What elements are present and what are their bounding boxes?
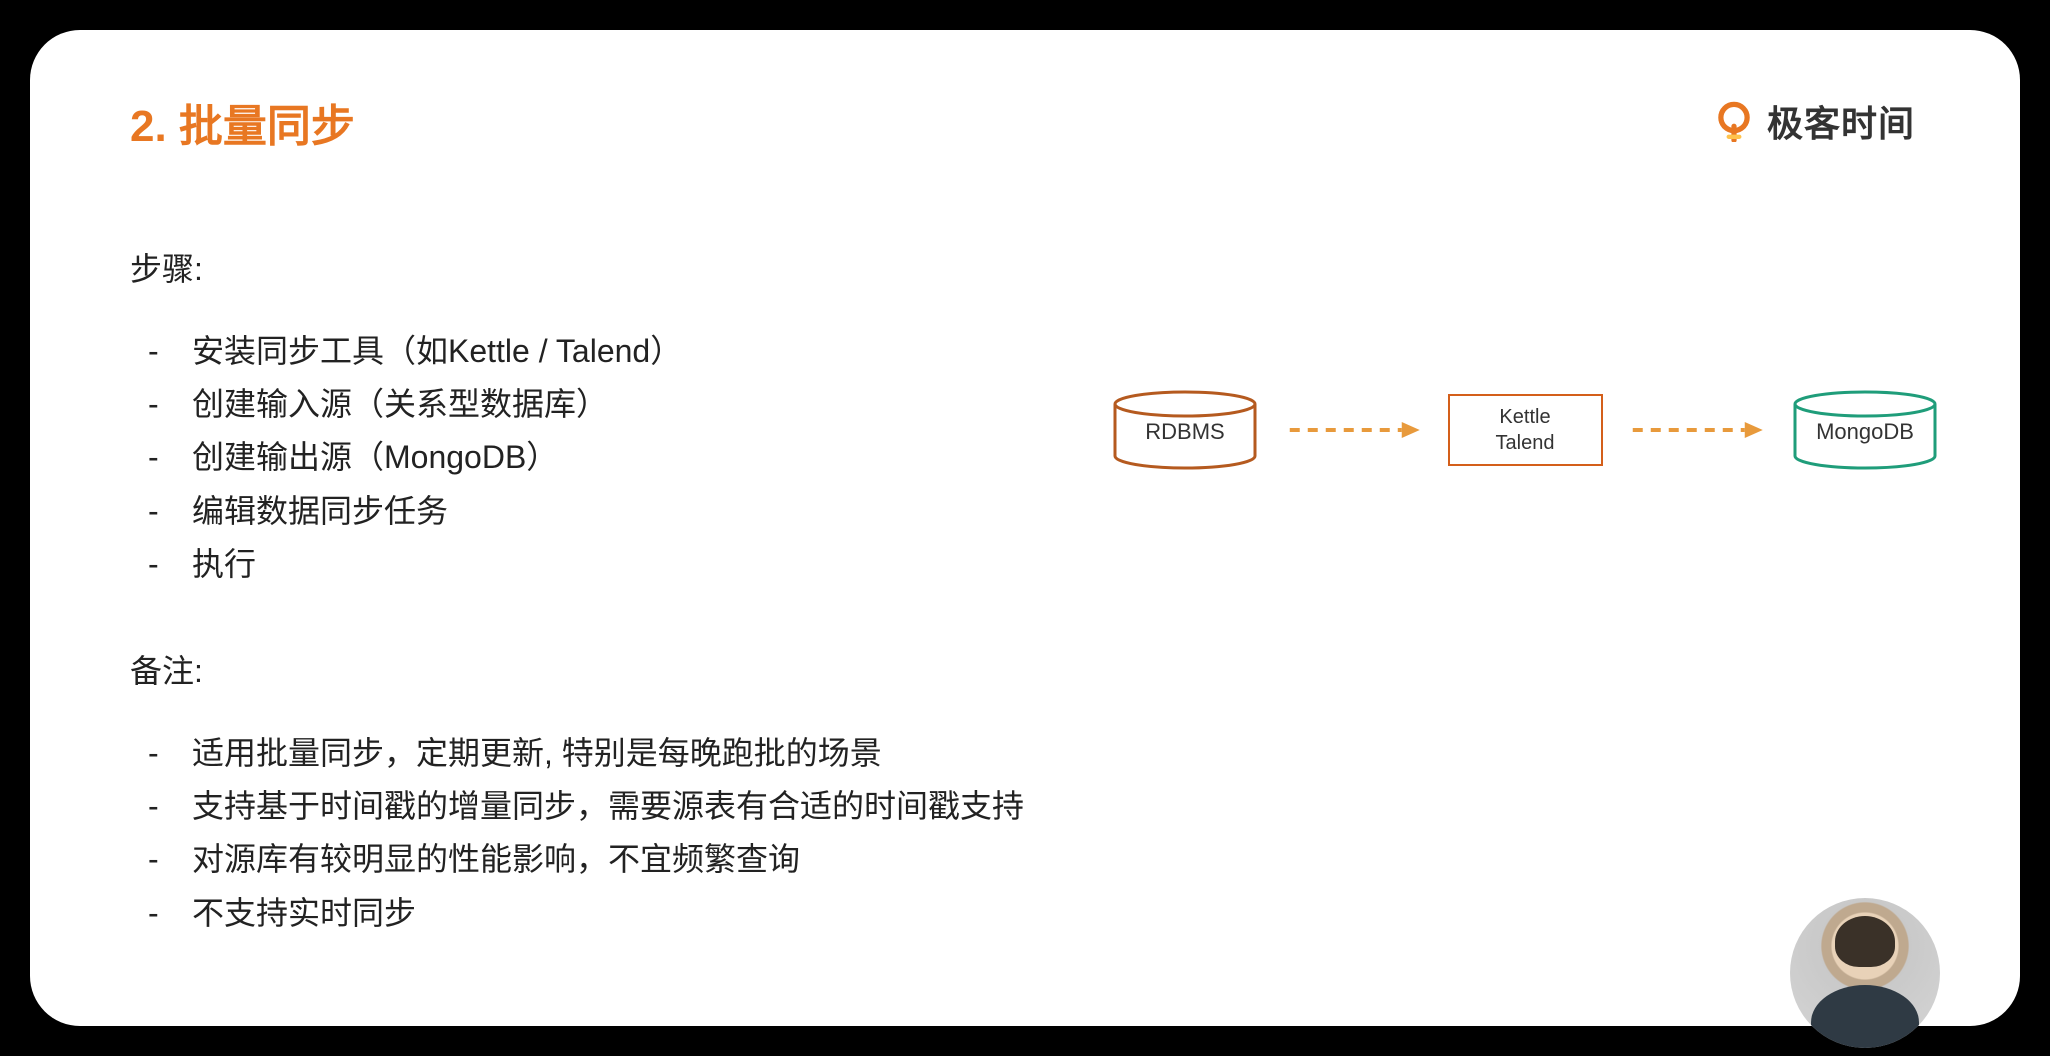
list-item: 不支持实时同步: [130, 888, 1050, 939]
brand-logo: 极客时间: [1713, 95, 1915, 147]
source-db-icon: RDBMS: [1110, 390, 1260, 470]
brand-text: 极客时间: [1767, 95, 1915, 147]
target-db-icon: MongoDB: [1790, 390, 1940, 470]
tool-name-1: Kettle: [1499, 404, 1550, 430]
content-area: 步骤: 安装同步工具（如Kettle / Talend） 创建输入源（关系型数据…: [130, 244, 1920, 995]
list-item: 支持基于时间戳的增量同步，需要源表有合适的时间戳支持: [130, 781, 1050, 832]
list-item: 安装同步工具（如Kettle / Talend）: [130, 326, 1050, 377]
list-item: 适用批量同步，定期更新, 特别是每晚跑批的场景: [130, 728, 1050, 779]
presenter-avatar: [1790, 898, 1940, 1048]
target-db-label: MongoDB: [1816, 419, 1914, 445]
text-column: 步骤: 安装同步工具（如Kettle / Talend） 创建输入源（关系型数据…: [130, 244, 1050, 995]
etl-tool-box: Kettle Talend: [1448, 394, 1603, 466]
slide: 2. 批量同步 极客时间 步骤: 安装同步工具（如Kettle / Talend…: [30, 30, 2020, 1026]
list-item: 执行: [130, 539, 1050, 590]
notes-heading: 备注:: [130, 646, 1050, 692]
steps-heading: 步骤:: [130, 244, 1050, 290]
list-item: 创建输入源（关系型数据库）: [130, 379, 1050, 430]
notes-list: 适用批量同步，定期更新, 特别是每晚跑批的场景 支持基于时间戳的增量同步，需要源…: [130, 728, 1050, 939]
steps-list: 安装同步工具（如Kettle / Talend） 创建输入源（关系型数据库） 创…: [130, 326, 1050, 590]
architecture-diagram: RDBMS Kettle Talend MongoDB: [1110, 380, 1940, 480]
arrow-icon: [1611, 415, 1783, 445]
slide-title: 2. 批量同步: [130, 90, 1920, 154]
source-db-label: RDBMS: [1145, 419, 1224, 445]
brand-icon: [1713, 100, 1755, 142]
list-item: 创建输出源（MongoDB）: [130, 432, 1050, 483]
list-item: 对源库有较明显的性能影响，不宜频繁查询: [130, 834, 1050, 885]
arrow-icon: [1268, 415, 1440, 445]
list-item: 编辑数据同步任务: [130, 486, 1050, 537]
tool-name-2: Talend: [1496, 430, 1555, 456]
